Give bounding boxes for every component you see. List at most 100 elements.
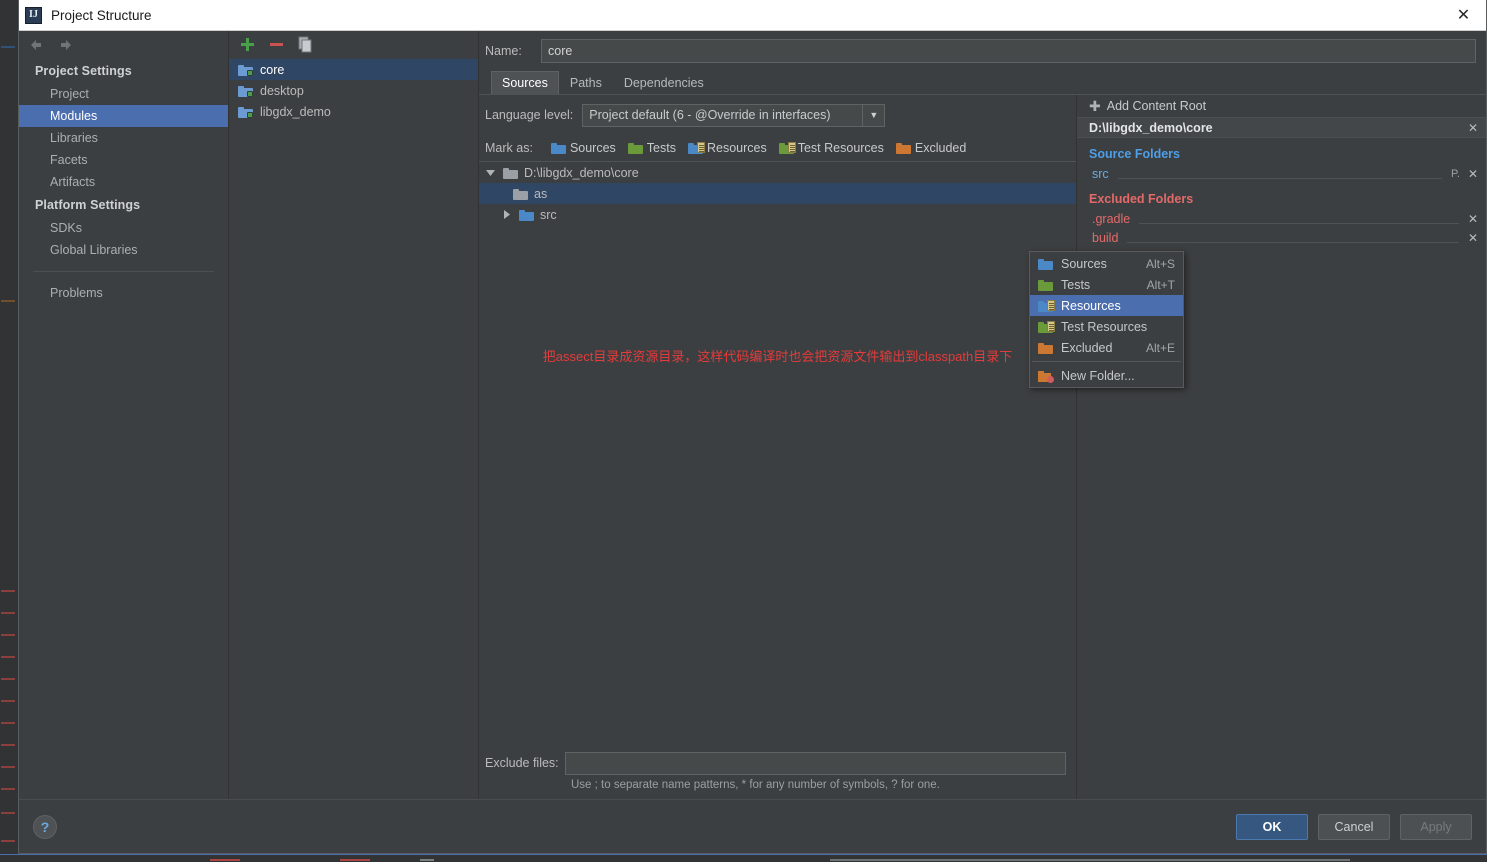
mark-as-label-sources: Sources	[569, 141, 616, 155]
module-row-desktop[interactable]: desktop	[229, 80, 478, 101]
context-menu-label: Excluded	[1061, 340, 1113, 355]
excluded-folder-name: .gradle	[1092, 211, 1131, 226]
mark-as-resources-button[interactable]: Resources	[687, 141, 767, 155]
plus-icon: ✚	[1089, 98, 1101, 114]
module-folder-icon	[238, 64, 253, 76]
tree-row-src[interactable]: src	[479, 204, 1076, 225]
add-content-root-label: Add Content Root	[1106, 99, 1207, 113]
sidebar-item-project[interactable]: Project	[19, 83, 228, 105]
module-row-core[interactable]: core	[229, 59, 478, 80]
sidebar-group-project-settings: Project Settings	[35, 64, 132, 78]
folder-resources-icon	[687, 142, 705, 154]
tree-row-content-root[interactable]: D:\libgdx_demo\core	[479, 162, 1076, 183]
sidebar-nav	[19, 31, 228, 59]
context-menu-label: Sources	[1061, 256, 1107, 271]
module-name-input[interactable]: core	[541, 39, 1476, 63]
modules-list: core desktop libgdx_demo	[229, 55, 478, 122]
sidebar-item-problems[interactable]: Problems	[19, 282, 228, 304]
close-icon[interactable]: ✕	[1441, 0, 1486, 30]
remove-icon[interactable]	[268, 36, 285, 53]
mark-as-label-resources: Resources	[706, 141, 767, 155]
excluded-folder-row[interactable]: build ✕	[1077, 228, 1486, 247]
source-folders-heading: Source Folders	[1089, 147, 1180, 161]
intellij-idea-icon: IJ	[25, 6, 42, 24]
mark-as-row: Mark as: Sources Tests Resources Test Re…	[479, 135, 1076, 161]
remove-content-root-icon[interactable]: ✕	[1468, 122, 1478, 134]
mark-as-excluded-button[interactable]: Excluded	[895, 141, 967, 155]
excluded-folder-row[interactable]: .gradle ✕	[1077, 209, 1486, 228]
context-menu-item-sources[interactable]: Sources Alt+S	[1030, 253, 1183, 274]
apply-button[interactable]: Apply	[1400, 813, 1472, 840]
mark-as-test-resources-button[interactable]: Test Resources	[778, 141, 884, 155]
excluded-folders-heading: Excluded Folders	[1089, 192, 1194, 206]
source-folder-row[interactable]: src P. ✕	[1077, 164, 1486, 183]
row-rule	[1117, 178, 1442, 179]
copy-icon[interactable]	[297, 36, 314, 53]
add-icon[interactable]	[239, 36, 256, 53]
editor-tabs: Sources Paths Dependencies	[479, 71, 1486, 95]
exclude-files-area: Exclude files: Use ; to separate name pa…	[479, 747, 1076, 799]
modules-column: core desktop libgdx_demo	[229, 31, 479, 799]
ok-button[interactable]: OK	[1236, 813, 1308, 840]
folder-icon	[503, 167, 518, 179]
module-editor-panel: Name: core Sources Paths Dependencies La…	[479, 31, 1486, 799]
help-icon[interactable]: ?	[33, 814, 57, 839]
tree-row-assets[interactable]: as	[479, 183, 1076, 204]
chevron-collapsed-icon[interactable]	[499, 210, 513, 219]
context-menu-label: Tests	[1061, 277, 1091, 292]
forward-arrow-icon[interactable]	[57, 37, 75, 53]
mark-as-label-excluded: Excluded	[914, 141, 967, 155]
sidebar-item-global-libraries[interactable]: Global Libraries	[19, 239, 228, 261]
dialog-title: Project Structure	[51, 7, 152, 23]
sources-pane: Language level: Project default (6 - @Ov…	[479, 95, 1077, 799]
context-menu-item-tests[interactable]: Tests Alt+T	[1030, 274, 1183, 295]
cancel-button[interactable]: Cancel	[1318, 813, 1390, 840]
module-label: libgdx_demo	[260, 104, 331, 119]
annotation-text: 把assect目录成资源目录，这样代码编译时也会把资源文件输出到classpat…	[542, 349, 1013, 364]
mark-as-label-tests: Tests	[646, 141, 676, 155]
module-label: core	[260, 62, 285, 77]
sidebar-item-modules[interactable]: Modules	[19, 105, 228, 127]
tree-row-label: src	[540, 207, 557, 222]
remove-excluded-folder-icon[interactable]: ✕	[1468, 232, 1478, 244]
context-menu-divider	[1032, 361, 1181, 362]
context-menu-item-new-folder[interactable]: New Folder...	[1030, 365, 1183, 386]
sidebar-item-libraries[interactable]: Libraries	[19, 127, 228, 149]
exclude-files-input[interactable]	[564, 751, 1066, 775]
sidebar-item-sdks[interactable]: SDKs	[19, 217, 228, 239]
tree-row-label: D:\libgdx_demo\core	[524, 165, 639, 180]
context-menu-item-test-resources[interactable]: Test Resources	[1030, 316, 1183, 337]
remove-excluded-folder-icon[interactable]: ✕	[1468, 213, 1478, 225]
context-menu-label: Resources	[1061, 298, 1121, 313]
content-root-header: D:\libgdx_demo\core ✕	[1077, 117, 1486, 138]
folder-blue-icon	[550, 142, 566, 154]
mark-as-sources-button[interactable]: Sources	[550, 141, 616, 155]
mark-as-tests-button[interactable]: Tests	[627, 141, 676, 155]
back-arrow-icon[interactable]	[27, 37, 45, 53]
settings-sidebar: Project Settings Project Modules Librari…	[19, 31, 229, 799]
context-menu-accelerator: Alt+T	[1146, 277, 1175, 292]
package-prefix-icon[interactable]: P.	[1451, 168, 1460, 180]
background-ide-bottom	[0, 854, 1487, 862]
context-menu-label: New Folder...	[1061, 368, 1135, 383]
row-rule	[1127, 242, 1459, 243]
module-row-libgdx-demo[interactable]: libgdx_demo	[229, 101, 478, 122]
language-level-select[interactable]: Project default (6 - @Override in interf…	[582, 103, 886, 127]
remove-source-folder-icon[interactable]: ✕	[1468, 168, 1478, 180]
context-menu-item-excluded[interactable]: Excluded Alt+E	[1030, 337, 1183, 358]
module-label: desktop	[260, 83, 304, 98]
tab-dependencies[interactable]: Dependencies	[613, 71, 715, 94]
sidebar-item-artifacts[interactable]: Artifacts	[19, 171, 228, 193]
source-folder-name: src	[1092, 166, 1109, 181]
module-folder-icon	[238, 85, 253, 97]
sidebar-item-facets[interactable]: Facets	[19, 149, 228, 171]
chevron-down-icon[interactable]: ▼	[862, 104, 884, 126]
background-ide-strip	[0, 0, 18, 862]
content-root-path: D:\libgdx_demo\core	[1089, 120, 1213, 135]
add-content-root-button[interactable]: ✚ Add Content Root	[1077, 95, 1486, 117]
chevron-expanded-icon[interactable]	[483, 168, 497, 177]
tab-sources[interactable]: Sources	[491, 71, 559, 94]
folder-icon	[513, 188, 528, 200]
context-menu-item-resources[interactable]: Resources	[1030, 295, 1183, 316]
tab-paths[interactable]: Paths	[559, 71, 613, 94]
